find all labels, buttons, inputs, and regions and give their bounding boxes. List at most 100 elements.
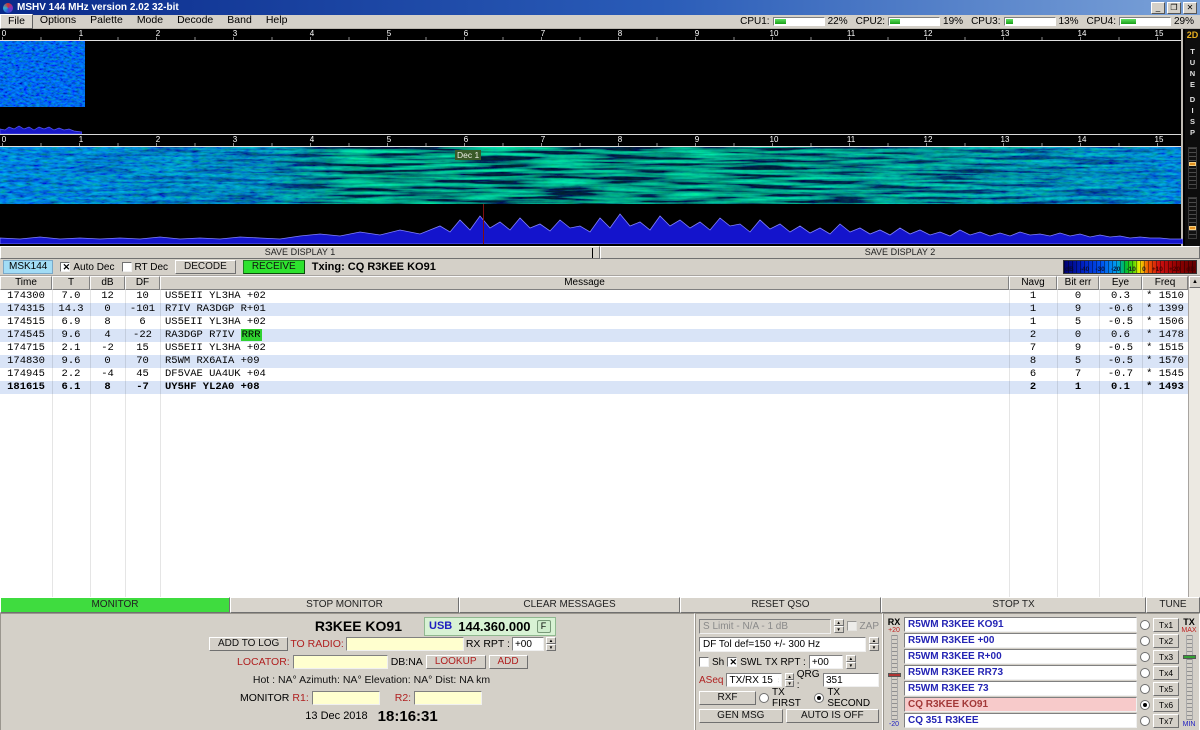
tx5-button[interactable]: Tx5 <box>1153 682 1179 696</box>
menu-item-options[interactable]: Options <box>33 14 83 29</box>
spin-down-icon[interactable]: ▼ <box>546 644 556 651</box>
menu-item-mode[interactable]: Mode <box>130 14 170 29</box>
col-biterr[interactable]: Bit err <box>1057 276 1099 290</box>
rt-dec-checkbox[interactable]: RT Dec <box>122 262 169 273</box>
tx-message-input[interactable] <box>904 649 1137 664</box>
tx-message-input[interactable] <box>904 633 1137 648</box>
mode-label[interactable]: MSK144 <box>3 260 53 274</box>
stop-monitor-button[interactable]: STOP MONITOR <box>230 597 459 613</box>
zero-slider-handle[interactable] <box>1189 226 1196 230</box>
decode-button[interactable]: DECODE <box>175 260 236 274</box>
waterfall-display-1[interactable] <box>0 41 1181 121</box>
col-df[interactable]: DF <box>125 276 160 290</box>
tx4-button[interactable]: Tx4 <box>1153 666 1179 680</box>
tx-message-input[interactable] <box>904 713 1137 728</box>
decode-row[interactable]: 1745459.64-22RA3DGP R7IV RRR200.6* 1478 <box>0 329 1188 342</box>
tune-button[interactable]: TUNE <box>1146 597 1200 613</box>
tx-message-input[interactable] <box>904 665 1137 680</box>
monitor-button[interactable]: MONITOR <box>0 597 230 613</box>
to-radio-input[interactable] <box>346 637 464 651</box>
gen-msg-button[interactable]: GEN MSG <box>699 709 783 723</box>
tx-slider-handle[interactable] <box>1183 655 1196 659</box>
col-message[interactable]: Message <box>160 276 1009 290</box>
waterfall-zero-slider[interactable] <box>1188 197 1197 239</box>
rxf-button[interactable]: RXF <box>699 691 756 705</box>
tx-select-radio[interactable] <box>1140 636 1150 646</box>
scroll-up-icon[interactable]: ▲ <box>1189 276 1200 288</box>
menu-item-help[interactable]: Help <box>259 14 295 29</box>
df-tol-spinner[interactable]: ▲▼ <box>869 637 879 651</box>
s-limit-dropdown[interactable]: S Limit - N/A - 1 dB <box>699 619 831 634</box>
tx7-button[interactable]: Tx7 <box>1153 714 1179 728</box>
close-icon[interactable]: ✕ <box>1183 2 1197 14</box>
menu-item-band[interactable]: Band <box>220 14 259 29</box>
rx-slider-handle[interactable] <box>888 673 901 677</box>
monitor-r1-input[interactable] <box>312 691 380 705</box>
tx-select-radio[interactable] <box>1140 716 1150 726</box>
tx-select-radio[interactable] <box>1140 620 1150 630</box>
tx-select-radio[interactable] <box>1140 652 1150 662</box>
minimize-icon[interactable]: _ <box>1151 2 1165 14</box>
col-db[interactable]: dB <box>90 276 125 290</box>
decode-row[interactable]: 1748309.6070R5WM RX6AIA +0985-0.5* 1570 <box>0 355 1188 368</box>
tx3-button[interactable]: Tx3 <box>1153 650 1179 664</box>
tx2-button[interactable]: Tx2 <box>1153 634 1179 648</box>
add-to-log-button[interactable]: ADD TO LOG <box>209 637 288 651</box>
tx-message-input[interactable] <box>904 617 1137 632</box>
col-eye[interactable]: Eye <box>1099 276 1142 290</box>
tx-power-slider[interactable]: TX MAX MIN <box>1181 617 1197 728</box>
rx-rpt-input[interactable] <box>512 637 544 651</box>
col-time[interactable]: Time <box>0 276 52 290</box>
tx-message-input[interactable] <box>904 697 1137 712</box>
tx-message-input[interactable] <box>904 681 1137 696</box>
decode-row[interactable]: 1743007.01210US5EII YL3HA +02100.3* 1510 <box>0 290 1188 303</box>
checkbox-icon[interactable] <box>60 262 70 272</box>
locator-input[interactable] <box>293 655 388 669</box>
restore-icon[interactable]: ❐ <box>1167 2 1181 14</box>
decode-row[interactable]: 17431514.30-101R7IV RA3DGP R+0119-0.6* 1… <box>0 303 1188 316</box>
clear-messages-button[interactable]: CLEAR MESSAGES <box>459 597 680 613</box>
auto-is-off-button[interactable]: AUTO IS OFF <box>786 709 879 723</box>
tx1-button[interactable]: Tx1 <box>1153 618 1179 632</box>
freq-f-button[interactable]: F <box>537 620 551 633</box>
tx-select-radio[interactable] <box>1140 684 1150 694</box>
rx-gain-slider[interactable]: RX +20 -20 <box>886 617 902 728</box>
sh-checkbox[interactable] <box>699 657 709 667</box>
tx-rpt-input[interactable] <box>809 655 843 669</box>
aseq-spinner[interactable]: ▲▼ <box>785 673 793 687</box>
qrg-input[interactable] <box>823 673 879 687</box>
menu-item-decode[interactable]: Decode <box>170 14 220 29</box>
reset-qso-button[interactable]: RESET QSO <box>680 597 881 613</box>
monitor-r2-input[interactable] <box>414 691 482 705</box>
tx-select-radio[interactable] <box>1140 700 1150 710</box>
tx-select-radio[interactable] <box>1140 668 1150 678</box>
aseq-input[interactable] <box>726 673 782 687</box>
waterfall-gain-slider[interactable] <box>1188 147 1197 189</box>
gain-slider-handle[interactable] <box>1189 162 1196 166</box>
receive-button[interactable]: RECEIVE <box>243 260 305 274</box>
tx6-button[interactable]: Tx6 <box>1153 698 1179 712</box>
waterfall-display-2[interactable]: Dec 1 <box>0 147 1181 204</box>
table-scrollbar[interactable]: ▲ <box>1188 276 1200 597</box>
menu-item-palette[interactable]: Palette <box>83 14 130 29</box>
col-navg[interactable]: Navg <box>1009 276 1057 290</box>
auto-dec-checkbox[interactable]: Auto Dec <box>60 262 114 273</box>
zap-checkbox[interactable] <box>847 621 857 631</box>
view-mode-label[interactable]: 2D <box>1187 30 1199 40</box>
col-t[interactable]: T <box>52 276 90 290</box>
save-display-1-button[interactable]: SAVE DISPLAY 1 <box>0 246 600 259</box>
col-freq[interactable]: Freq <box>1142 276 1188 290</box>
rx-rpt-spinner[interactable]: ▲▼ <box>546 637 556 651</box>
spin-up-icon[interactable]: ▲ <box>546 637 556 644</box>
decode-row[interactable]: 1747152.1-215US5EII YL3HA +0279-0.5* 151… <box>0 342 1188 355</box>
decode-row[interactable]: 1745156.986US5EII YL3HA +0215-0.5* 1506 <box>0 316 1188 329</box>
tx-second-radio[interactable] <box>814 693 824 703</box>
decode-row[interactable]: 1816156.18-7UY5HF YL2A0 +08210.1* 1493 <box>0 381 1188 394</box>
add-button[interactable]: ADD <box>489 655 528 669</box>
decode-row[interactable]: 1749452.2-445DF5VAE UA4UK +0467-0.7* 154… <box>0 368 1188 381</box>
stop-tx-button[interactable]: STOP TX <box>881 597 1146 613</box>
df-tol-dropdown[interactable]: DF Tol def=150 +/- 300 Hz <box>699 637 866 652</box>
checkbox-icon[interactable] <box>122 262 132 272</box>
save-display-2-button[interactable]: SAVE DISPLAY 2 <box>600 246 1200 259</box>
tx-rpt-spinner[interactable]: ▲▼ <box>846 655 856 669</box>
